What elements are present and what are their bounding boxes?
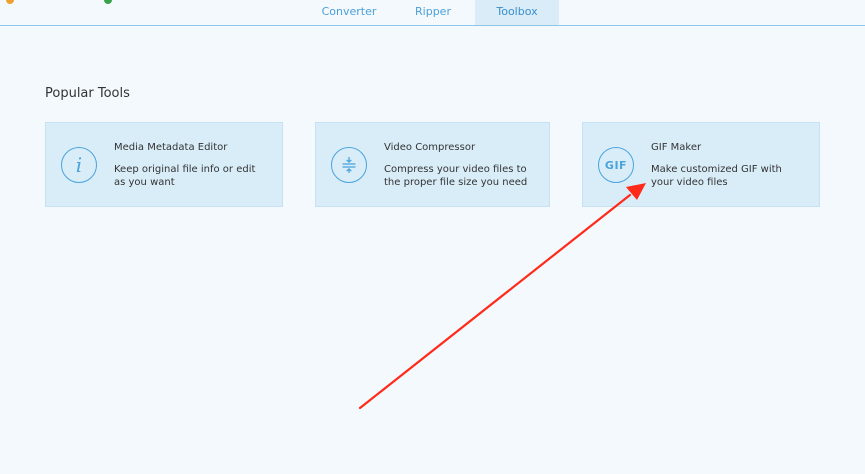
- tool-title: GIF Maker: [651, 142, 702, 153]
- tool-card-media-metadata-editor[interactable]: i Media Metadata Editor Keep original fi…: [45, 122, 283, 207]
- tool-title: Video Compressor: [384, 142, 476, 153]
- tool-card-gif-maker[interactable]: GIF GIF Maker Make customized GIF with y…: [582, 122, 820, 207]
- tool-description: Keep original file info or edit as you w…: [114, 164, 256, 188]
- app-logo: [0, 0, 120, 8]
- tool-title: Media Metadata Editor: [114, 142, 228, 153]
- tool-description: Make customized GIF with your video file…: [651, 164, 782, 188]
- tab-toolbox[interactable]: Toolbox: [475, 0, 559, 25]
- top-nav-bar: Converter Ripper Toolbox: [0, 0, 865, 26]
- tool-description: Compress your video files to the proper …: [384, 164, 528, 188]
- tool-card-video-compressor[interactable]: Video Compressor Compress your video fil…: [315, 122, 550, 207]
- section-title: Popular Tools: [45, 86, 130, 101]
- tab-converter[interactable]: Converter: [307, 0, 391, 25]
- compress-icon: [331, 147, 367, 183]
- gif-icon: GIF: [598, 147, 634, 183]
- annotation-arrow: [358, 183, 646, 410]
- info-icon: i: [61, 147, 97, 183]
- tab-ripper[interactable]: Ripper: [391, 0, 475, 25]
- app-window: Converter Ripper Toolbox Popular Tools i…: [0, 0, 865, 474]
